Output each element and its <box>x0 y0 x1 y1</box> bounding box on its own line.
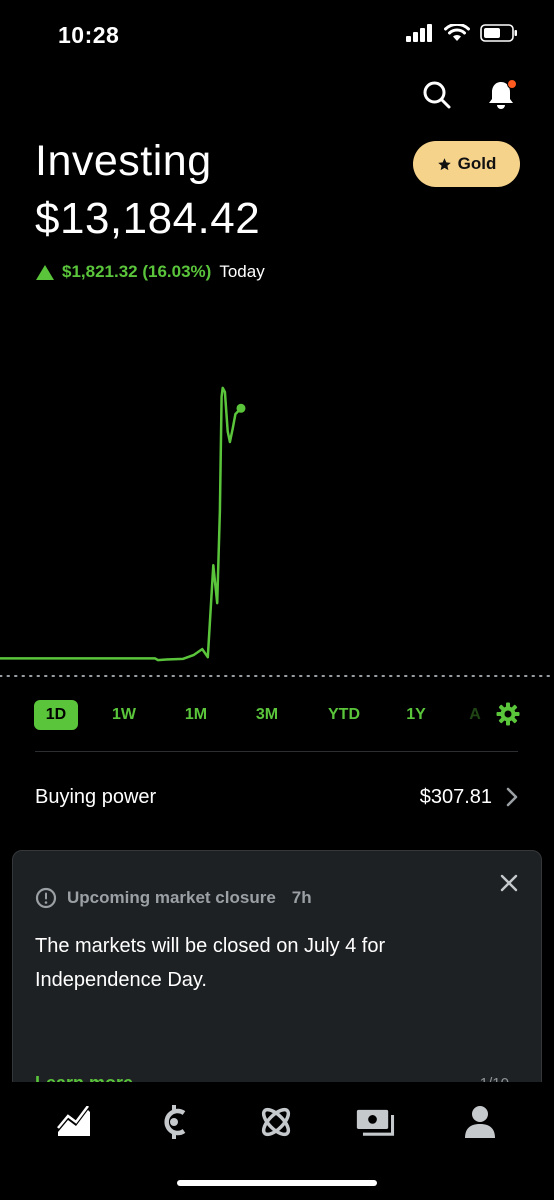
cellular-signal-icon <box>406 24 432 42</box>
top-actions <box>420 78 518 112</box>
buying-power-label: Buying power <box>35 785 157 808</box>
range-tab-3m[interactable]: 3M <box>246 700 288 730</box>
wifi-icon <box>444 24 470 41</box>
gear-icon <box>496 702 520 726</box>
card-time: 7h <box>291 888 312 907</box>
account-icon <box>465 1106 495 1138</box>
buying-power-right: $307.81 <box>420 786 518 809</box>
star-icon <box>437 157 451 170</box>
status-icons <box>406 24 518 42</box>
portfolio-chart[interactable] <box>0 300 554 690</box>
home-indicator <box>177 1180 377 1186</box>
notification-badge <box>507 79 517 89</box>
change-amount: $1,821.32 (16.03%) <box>62 262 212 281</box>
page-title: Investing <box>35 137 212 185</box>
crypto-icon <box>164 1105 186 1139</box>
card-close-button[interactable] <box>499 873 519 898</box>
divider <box>35 751 518 752</box>
range-tab-1w[interactable]: 1W <box>104 700 144 730</box>
gold-button[interactable]: Gold <box>413 141 520 187</box>
search-button[interactable] <box>420 78 454 112</box>
daily-change: $1,821.32 (16.03%) Today <box>36 262 265 282</box>
range-tab-1d[interactable]: 1D <box>34 700 78 730</box>
buying-power-value: $307.81 <box>419 785 492 808</box>
notifications-button[interactable] <box>484 78 518 112</box>
cash-icon <box>356 1109 395 1136</box>
up-triangle-icon <box>36 264 54 280</box>
search-icon <box>423 81 451 109</box>
close-icon <box>500 874 518 892</box>
portfolio-value: $13,184.42 <box>35 194 261 243</box>
chart-series-line <box>0 386 242 662</box>
change-period: Today <box>219 262 265 281</box>
info-alert-icon <box>35 887 57 909</box>
card-header: Upcoming market closure 7h <box>35 887 312 909</box>
battery-icon <box>480 24 517 42</box>
card-body: The markets will be closed on July 4 for… <box>35 935 386 991</box>
card-title: Upcoming market closure <box>67 888 276 907</box>
range-tab-1y[interactable]: 1Y <box>396 700 436 730</box>
chart-current-point <box>236 403 246 413</box>
range-selector: 1D 1W 1M 3M YTD 1Y A <box>0 698 554 732</box>
chart-settings-button[interactable] <box>496 702 520 731</box>
buying-power-row[interactable]: Buying power $307.81 <box>35 780 518 814</box>
status-bar: 10:28 <box>0 0 554 70</box>
investing-icon <box>57 1106 90 1136</box>
browse-icon <box>261 1107 291 1137</box>
range-tab-all[interactable]: A <box>468 700 482 730</box>
range-tab-ytd[interactable]: YTD <box>320 700 368 730</box>
tab-crypto[interactable] <box>155 1102 195 1142</box>
chart-svg <box>0 386 554 677</box>
status-time: 10:28 <box>58 22 120 48</box>
range-tab-1m[interactable]: 1M <box>176 700 216 730</box>
tab-browse[interactable] <box>256 1102 296 1142</box>
tab-investing[interactable] <box>54 1102 94 1142</box>
gold-label: Gold <box>457 154 497 173</box>
tab-cash[interactable] <box>356 1102 396 1142</box>
chevron-right-icon <box>506 787 518 807</box>
tab-account[interactable] <box>460 1102 500 1142</box>
